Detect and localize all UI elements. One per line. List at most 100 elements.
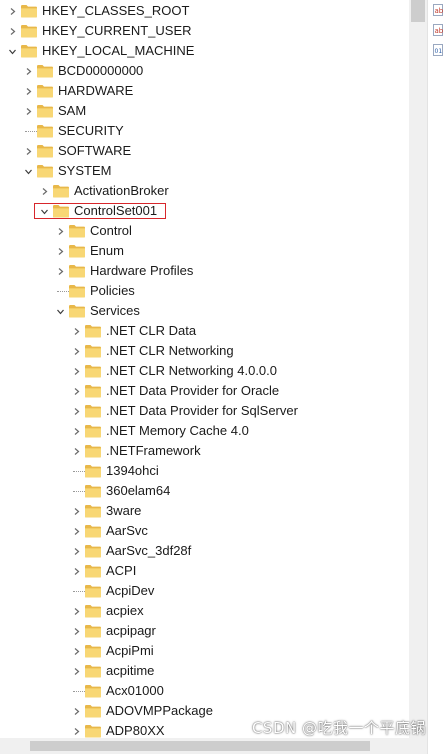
tree-node-aarsvc[interactable]: AarSvc [0, 521, 409, 541]
chevron-right-icon[interactable] [69, 381, 83, 401]
tree-node-net-clr-networking-4-0-0-0[interactable]: .NET CLR Networking 4.0.0.0 [0, 361, 409, 381]
folder-icon [84, 584, 102, 598]
tree-node-net-data-provider-for-oracle[interactable]: .NET Data Provider for Oracle [0, 381, 409, 401]
registry-key-tree[interactable]: HKEY_CLASSES_ROOT HKEY_CURRENT_USER HKEY_L… [0, 0, 409, 738]
tree-node-label: Hardware Profiles [90, 263, 194, 278]
tree-node-label: HKEY_CURRENT_USER [42, 23, 192, 38]
tree-node-hkey-local-machine[interactable]: HKEY_LOCAL_MACHINE [0, 41, 409, 61]
svg-text:ab: ab [435, 7, 444, 15]
folder-icon [36, 104, 54, 118]
tree-node-3ware[interactable]: 3ware [0, 501, 409, 521]
tree-node-activationbroker[interactable]: ActivationBroker [0, 181, 409, 201]
folder-icon [84, 384, 102, 398]
chevron-right-icon[interactable] [69, 641, 83, 661]
tree-node-control[interactable]: Control [0, 221, 409, 241]
chevron-right-icon[interactable] [37, 181, 51, 201]
tree-node-sam[interactable]: SAM [0, 101, 409, 121]
tree-node-acpitime[interactable]: acpitime [0, 661, 409, 681]
chevron-right-icon[interactable] [5, 1, 19, 21]
tree-node-hardware[interactable]: HARDWARE [0, 81, 409, 101]
tree-node-acpi[interactable]: ACPI [0, 561, 409, 581]
tree-node-net-clr-networking[interactable]: .NET CLR Networking [0, 341, 409, 361]
chevron-right-icon[interactable] [21, 141, 35, 161]
folder-icon [84, 504, 102, 518]
chevron-right-icon[interactable] [5, 21, 19, 41]
chevron-down-icon[interactable] [21, 161, 35, 181]
folder-icon [36, 124, 54, 138]
folder-icon [84, 624, 102, 638]
folder-icon [84, 404, 102, 418]
tree-node-acpipagr[interactable]: acpipagr [0, 621, 409, 641]
tree-node-hkey-classes-root[interactable]: HKEY_CLASSES_ROOT [0, 1, 409, 21]
folder-icon [84, 444, 102, 458]
tree-node-net-clr-data[interactable]: .NET CLR Data [0, 321, 409, 341]
chevron-right-icon[interactable] [69, 421, 83, 441]
tree-node-bcd00000000[interactable]: BCD00000000 [0, 61, 409, 81]
folder-icon [52, 204, 70, 218]
tree-node-label: .NET CLR Networking [106, 343, 234, 358]
tree-node-netframework[interactable]: .NETFramework [0, 441, 409, 461]
vertical-scrollbar-thumb[interactable] [411, 0, 425, 22]
chevron-right-icon[interactable] [69, 721, 83, 738]
tree-node-label: Acx01000 [106, 683, 164, 698]
string-value-icon: ab [433, 4, 443, 16]
folder-icon [84, 664, 102, 678]
tree-node-label: .NET CLR Data [106, 323, 197, 338]
tree-node-1394ohci[interactable]: 1394ohci [0, 461, 409, 481]
chevron-right-icon[interactable] [53, 261, 67, 281]
chevron-right-icon[interactable] [21, 61, 35, 81]
chevron-right-icon[interactable] [21, 81, 35, 101]
tree-node-system[interactable]: SYSTEM [0, 161, 409, 181]
tree-node-label: Enum [90, 243, 124, 258]
tree-node-label: 360elam64 [106, 483, 171, 498]
chevron-right-icon[interactable] [21, 101, 35, 121]
tree-node-aarsvc-3df28f[interactable]: AarSvc_3df28f [0, 541, 409, 561]
tree-node-enum[interactable]: Enum [0, 241, 409, 261]
chevron-right-icon[interactable] [69, 601, 83, 621]
tree-node-acx01000[interactable]: Acx01000 [0, 681, 409, 701]
chevron-right-icon[interactable] [69, 521, 83, 541]
tree-node-label: acpipagr [106, 623, 156, 638]
tree-node-services[interactable]: Services [0, 301, 409, 321]
chevron-right-icon[interactable] [69, 561, 83, 581]
chevron-right-icon[interactable] [69, 701, 83, 721]
tree-node-acpipmi[interactable]: AcpiPmi [0, 641, 409, 661]
tree-node-software[interactable]: SOFTWARE [0, 141, 409, 161]
folder-icon [68, 304, 86, 318]
horizontal-scrollbar[interactable] [0, 738, 427, 754]
tree-node-policies[interactable]: Policies [0, 281, 409, 301]
string-value-icon: ab [433, 24, 443, 36]
chevron-down-icon[interactable] [5, 41, 19, 61]
horizontal-scrollbar-thumb[interactable] [30, 741, 370, 751]
tree-node-label: SYSTEM [58, 163, 112, 178]
tree-node-hardware-profiles[interactable]: Hardware Profiles [0, 261, 409, 281]
chevron-right-icon[interactable] [53, 241, 67, 261]
tree-node-net-data-provider-for-sqlserver[interactable]: .NET Data Provider for SqlServer [0, 401, 409, 421]
tree-node-label: ACPI [106, 563, 137, 578]
folder-icon [84, 704, 102, 718]
tree-node-label: .NET Memory Cache 4.0 [106, 423, 249, 438]
chevron-right-icon[interactable] [69, 661, 83, 681]
chevron-right-icon[interactable] [69, 361, 83, 381]
tree-node-360elam64[interactable]: 360elam64 [0, 481, 409, 501]
tree-node-acpiex[interactable]: acpiex [0, 601, 409, 621]
chevron-right-icon[interactable] [53, 221, 67, 241]
chevron-down-icon[interactable] [53, 301, 67, 321]
folder-icon [68, 264, 86, 278]
chevron-right-icon[interactable] [69, 621, 83, 641]
chevron-right-icon[interactable] [69, 341, 83, 361]
chevron-right-icon[interactable] [69, 441, 83, 461]
tree-node-controlset001[interactable]: ControlSet001 [0, 201, 409, 221]
vertical-scrollbar[interactable] [409, 0, 427, 738]
chevron-right-icon[interactable] [69, 501, 83, 521]
chevron-down-icon[interactable] [37, 201, 51, 221]
folder-icon [20, 4, 38, 18]
tree-node-security[interactable]: SECURITY [0, 121, 409, 141]
chevron-right-icon[interactable] [69, 321, 83, 341]
chevron-right-icon[interactable] [69, 541, 83, 561]
tree-node-net-memory-cache-4-0[interactable]: .NET Memory Cache 4.0 [0, 421, 409, 441]
tree-node-hkey-current-user[interactable]: HKEY_CURRENT_USER [0, 21, 409, 41]
tree-node-acpidev[interactable]: AcpiDev [0, 581, 409, 601]
chevron-right-icon[interactable] [69, 401, 83, 421]
tree-node-label: .NETFramework [106, 443, 201, 458]
